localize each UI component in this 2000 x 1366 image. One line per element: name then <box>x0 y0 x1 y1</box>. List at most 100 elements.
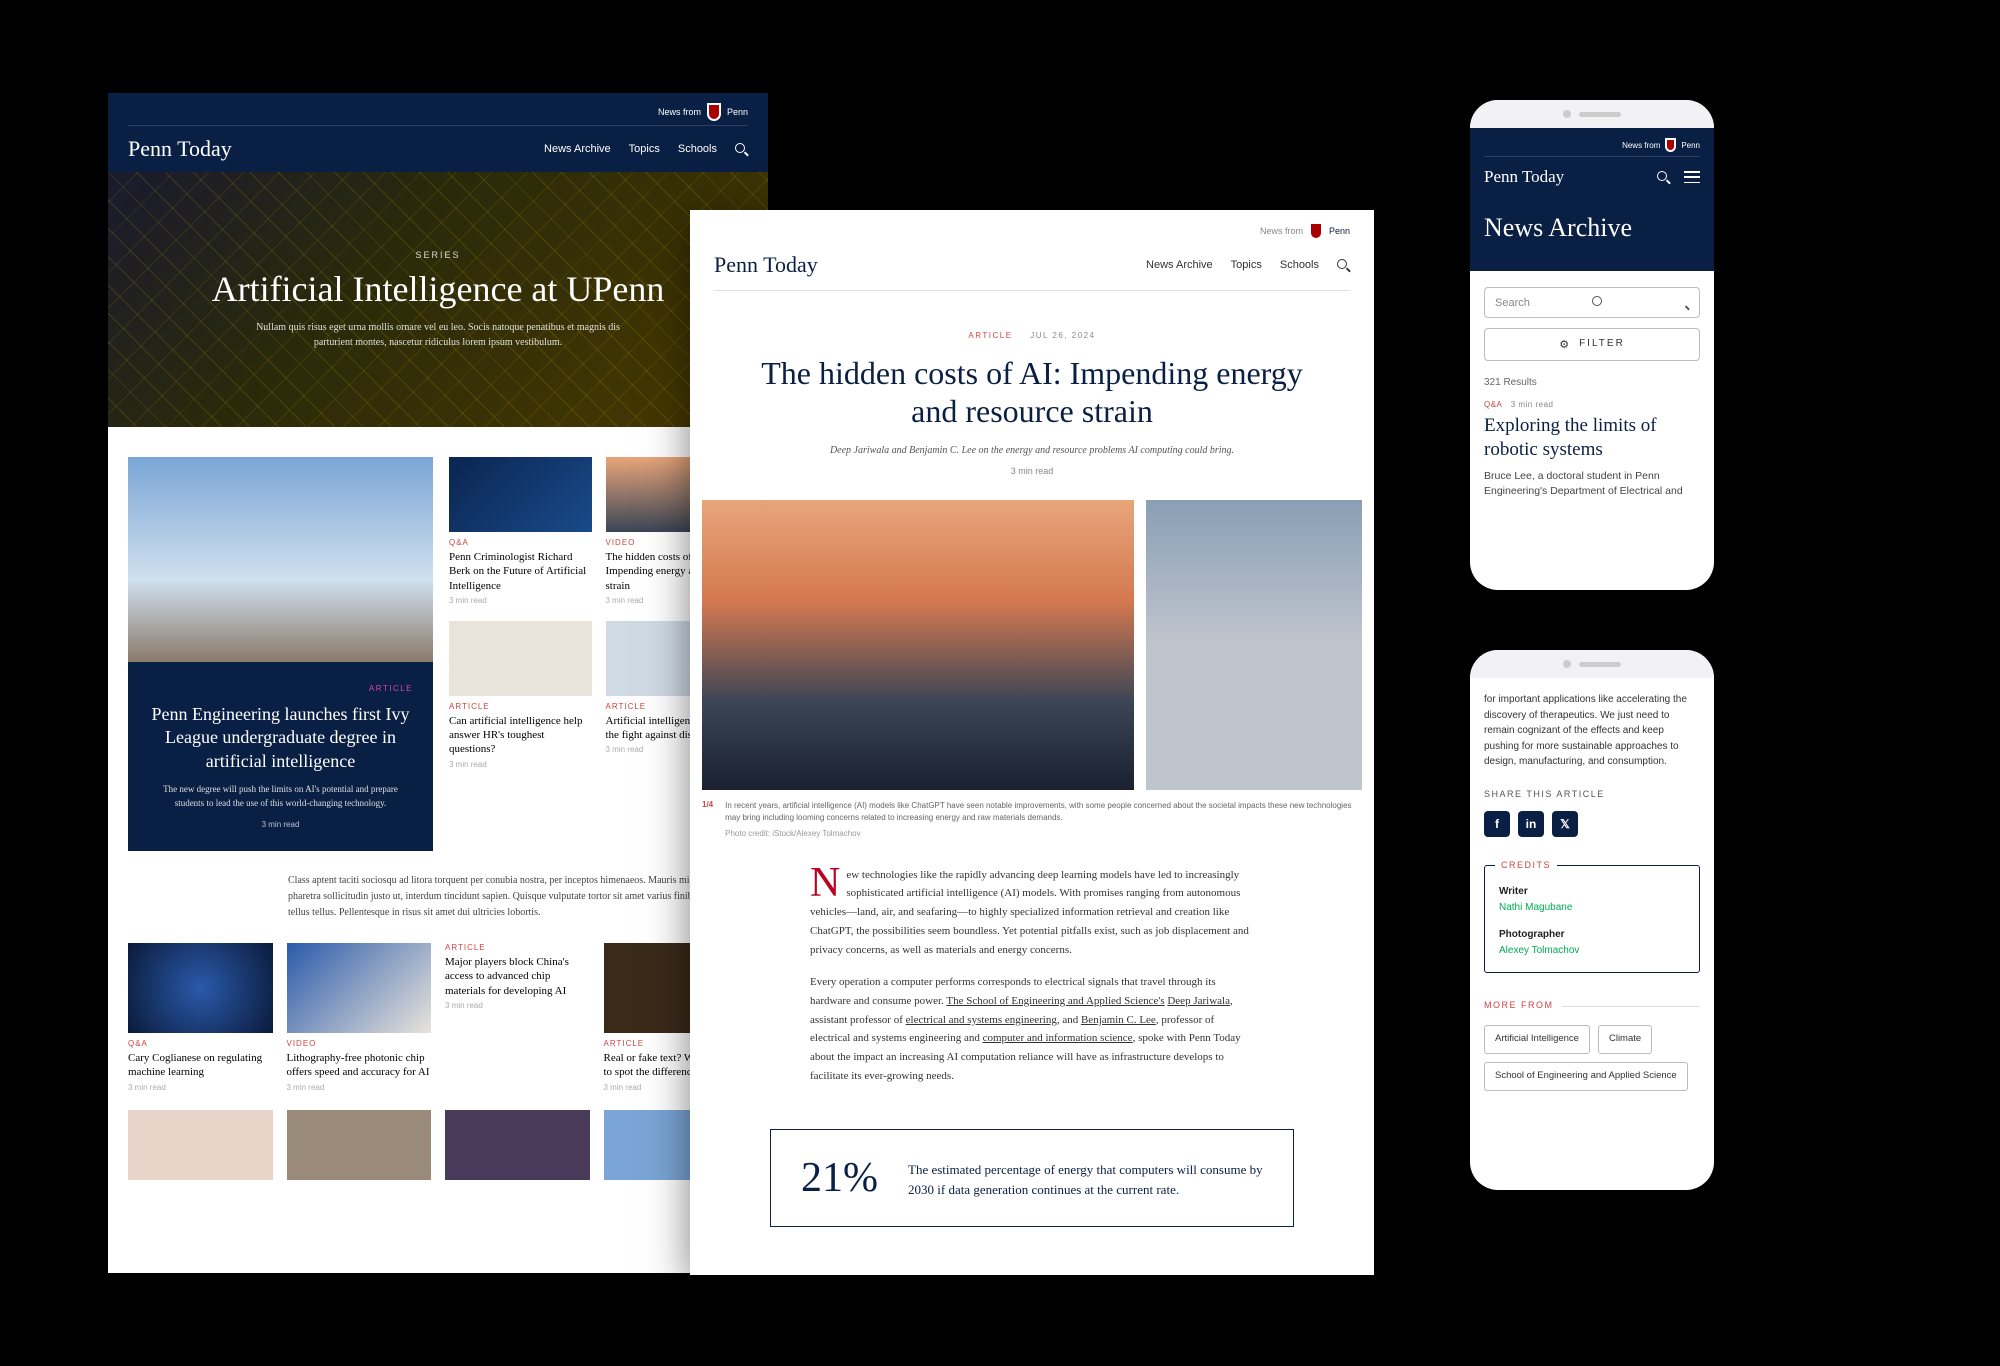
card-title: Can artificial intelligence help answer … <box>449 714 592 757</box>
camera-dot-icon <box>1563 660 1571 668</box>
card-image <box>449 621 592 696</box>
mobile-header: News from Penn Penn Today <box>1470 128 1714 197</box>
pullquote-stat: 21% <box>801 1154 878 1202</box>
thumbnail-image[interactable] <box>287 1110 432 1180</box>
nav-topics[interactable]: Topics <box>629 143 660 155</box>
result-item[interactable]: Q&A 3 min read Exploring the limits of r… <box>1484 400 1700 500</box>
article-card[interactable]: ARTICLE Can artificial intelligence help… <box>449 621 592 769</box>
pullquote-text: The estimated percentage of energy that … <box>908 1154 1263 1199</box>
menu-icon[interactable] <box>1684 171 1700 183</box>
thumbnail-image[interactable] <box>445 1110 590 1180</box>
penn-logo-text: Penn <box>1681 141 1700 150</box>
archive-content: Search FILTER 321 Results Q&A 3 min read… <box>1470 271 1714 516</box>
hero-banner: SERIES Artificial Intelligence at UPenn … <box>108 172 768 427</box>
item-readtime: 3 min read <box>1511 400 1554 409</box>
desktop-article-page: News from Penn Penn Today News Archive T… <box>690 210 1374 1275</box>
nav-news-archive[interactable]: News Archive <box>1146 259 1213 271</box>
body-paragraph: Every operation a computer performs corr… <box>810 973 1254 1085</box>
results-count: 321 Results <box>1484 377 1700 388</box>
site-brand[interactable]: Penn Today <box>1484 167 1564 187</box>
filter-icon <box>1559 338 1571 351</box>
feature-card[interactable]: ARTICLE Penn Engineering launches first … <box>128 457 433 851</box>
top-utility-bar: News from Penn <box>1484 138 1700 156</box>
card-readtime: 3 min read <box>449 760 592 769</box>
credit-name[interactable]: Nathi Magubane <box>1499 900 1685 916</box>
nav-schools[interactable]: Schools <box>1280 259 1319 271</box>
penn-shield-icon <box>1309 222 1323 240</box>
search-placeholder: Search <box>1495 297 1592 309</box>
site-brand[interactable]: Penn Today <box>128 136 232 162</box>
body-link[interactable]: The School of Engineering and Applied Sc… <box>946 995 1164 1007</box>
article-card[interactable]: Q&A Penn Criminologist Richard Berk on t… <box>449 457 592 605</box>
top-utility-bar: News from Penn <box>714 222 1350 244</box>
main-nav: News Archive Topics Schools <box>544 143 748 156</box>
article-card[interactable]: ARTICLE Major players block China's acce… <box>445 943 590 1092</box>
linkedin-icon[interactable]: in <box>1518 811 1544 837</box>
article-hero-image <box>702 500 1134 790</box>
thumbnail-image[interactable] <box>128 1110 273 1180</box>
search-icon[interactable] <box>735 143 748 156</box>
article-images <box>690 500 1374 790</box>
card-image <box>449 457 592 532</box>
site-header: News from Penn Penn Today News Archive T… <box>690 210 1374 291</box>
phone-notch <box>1470 650 1714 678</box>
search-icon[interactable] <box>1657 171 1670 184</box>
article-card[interactable]: VIDEO Lithography-free photonic chip off… <box>287 943 432 1092</box>
item-meta: Q&A 3 min read <box>1484 400 1700 409</box>
search-icon[interactable] <box>1337 259 1350 272</box>
speaker-bar-icon <box>1579 112 1621 117</box>
body-link[interactable]: Deep Jariwala <box>1167 995 1230 1007</box>
site-brand[interactable]: Penn Today <box>714 252 818 278</box>
caption-text: In recent years, artificial intelligence… <box>725 800 1362 824</box>
facebook-icon[interactable]: f <box>1484 811 1510 837</box>
caption-credit: Photo credit: iStock/Alexey Tolmachov <box>725 828 1362 840</box>
main-nav-row: Penn Today News Archive Topics Schools <box>714 244 1350 291</box>
x-twitter-icon[interactable]: 𝕏 <box>1552 811 1578 837</box>
card-image <box>287 943 432 1033</box>
filter-button[interactable]: FILTER <box>1484 328 1700 361</box>
article-deck: Deep Jariwala and Benjamin C. Lee on the… <box>760 445 1304 456</box>
share-label: SHARE THIS ARTICLE <box>1484 788 1700 802</box>
item-deck: Bruce Lee, a doctoral student in Penn En… <box>1484 469 1700 501</box>
main-nav: News Archive Topics Schools <box>1146 259 1350 272</box>
mobile-article-footer: for important applications like accelera… <box>1470 650 1714 1190</box>
item-category: Q&A <box>1484 400 1502 409</box>
page-title-hero: News Archive <box>1470 197 1714 271</box>
article-category: ARTICLE <box>968 331 1012 340</box>
phone-notch <box>1470 100 1714 128</box>
penn-shield-icon <box>707 103 721 121</box>
dropcap: N <box>810 866 846 902</box>
speaker-bar-icon <box>1579 662 1621 667</box>
credit-name[interactable]: Alexey Tolmachov <box>1499 943 1685 959</box>
penn-logo-text: Penn <box>727 107 748 117</box>
body-link[interactable]: computer and information science <box>983 1032 1133 1044</box>
tag-list: Artificial Intelligence Climate School o… <box>1484 1025 1700 1090</box>
topic-tag[interactable]: Artificial Intelligence <box>1484 1025 1590 1054</box>
credit-role: Writer <box>1499 884 1685 900</box>
news-from-label: News from <box>1260 226 1303 236</box>
card-title: Penn Criminologist Richard Berk on the F… <box>449 550 592 593</box>
intro-paragraph: Class aptent taciti sociosqu ad litora t… <box>128 851 748 943</box>
caption-number: 1/4 <box>702 800 713 840</box>
card-image <box>128 943 273 1033</box>
article-card[interactable]: Q&A Cary Coglianese on regulating machin… <box>128 943 273 1092</box>
topic-tag[interactable]: School of Engineering and Applied Scienc… <box>1484 1062 1688 1091</box>
search-input[interactable]: Search <box>1484 287 1700 318</box>
item-title: Exploring the limits of robotic systems <box>1484 414 1700 462</box>
page-title: News Archive <box>1484 213 1700 243</box>
topic-tag[interactable]: Climate <box>1598 1025 1652 1054</box>
feature-readtime: 3 min read <box>148 820 413 829</box>
penn-logo-text: Penn <box>1329 226 1350 236</box>
card-category: Q&A <box>128 1039 273 1048</box>
nav-news-archive[interactable]: News Archive <box>544 143 611 155</box>
nav-schools[interactable]: Schools <box>678 143 717 155</box>
body-link[interactable]: electrical and systems engineering <box>906 1014 1057 1026</box>
feature-deck: The new degree will push the limits on A… <box>148 783 413 810</box>
thumbnail-row <box>128 1110 748 1180</box>
card-readtime: 3 min read <box>449 596 592 605</box>
body-link[interactable]: Benjamin C. Lee <box>1081 1014 1156 1026</box>
hero-title: Artificial Intelligence at UPenn <box>212 268 665 310</box>
nav-topics[interactable]: Topics <box>1231 259 1262 271</box>
article-footer-content: for important applications like accelera… <box>1470 678 1714 1105</box>
card-readtime: 3 min read <box>445 1001 590 1010</box>
